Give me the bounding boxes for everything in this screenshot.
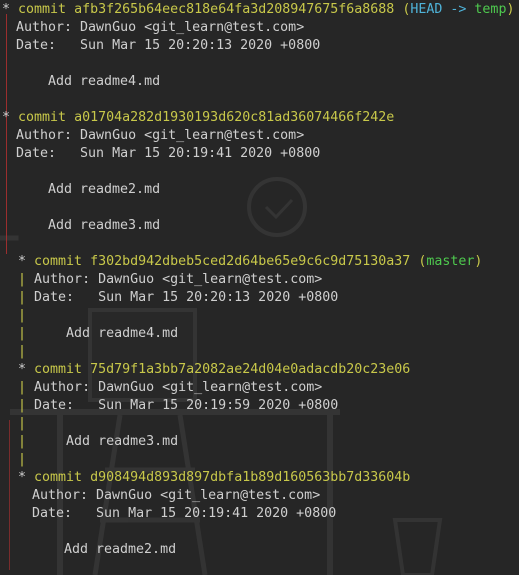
refs-close: )	[474, 254, 483, 269]
commit-message: Add readme3.md	[48, 218, 161, 233]
message-row: | Add readme4.md	[18, 325, 178, 343]
commit-line: * commit f302bd942dbeb5ced2d64be65e9c6c9…	[18, 253, 482, 271]
graph-bar: |	[18, 290, 27, 305]
author-line: Author: DawnGuo <git_learn@test.com>	[34, 272, 323, 287]
author-line-row: | Author: DawnGuo <git_learn@test.com>	[18, 379, 322, 397]
commit-message: Add readme3.md	[66, 434, 179, 449]
graph-bar: |	[18, 308, 27, 323]
graph-bar: |	[18, 398, 27, 413]
commit-hash[interactable]: a01704a282d1930193d620c81ad36074466f242e	[74, 110, 394, 125]
graph-bar: |	[18, 434, 27, 449]
graph-star: *	[18, 470, 27, 485]
date-line: Date: Sun Mar 15 20:19:59 2020 +0800	[34, 398, 339, 413]
commit-label: commit	[34, 362, 83, 377]
author-line: Author: DawnGuo <git_learn@test.com>	[32, 488, 321, 503]
commit-label: commit	[18, 110, 67, 125]
commit-label: commit	[34, 254, 83, 269]
date-line: Date: Sun Mar 15 20:19:41 2020 +0800	[32, 506, 337, 521]
graph-bar: |	[18, 452, 27, 467]
graph-bar: |	[18, 380, 27, 395]
graph-star: *	[18, 362, 27, 377]
commit-message: Add readme2.md	[48, 182, 161, 197]
commit-hash[interactable]: afb3f265b64eec818e64fa3d208947675f6a8688	[74, 2, 394, 17]
message-row: | Add readme3.md	[18, 433, 178, 451]
date-line: Date: Sun Mar 15 20:20:13 2020 +0800	[34, 290, 339, 305]
date-line-row: | Date: Sun Mar 15 20:20:13 2020 +0800	[18, 289, 338, 307]
graph-star: *	[2, 2, 11, 17]
author-line: Author: DawnGuo <git_learn@test.com>	[16, 20, 305, 35]
author-line: Author: DawnGuo <git_learn@test.com>	[16, 128, 305, 143]
head-ref: HEAD	[410, 2, 443, 17]
commit-hash[interactable]: d908494d893d897dbfa1b89d160563bb7d33604b	[90, 470, 410, 485]
date-line-row: | Date: Sun Mar 15 20:19:59 2020 +0800	[18, 397, 338, 415]
refs-close: )	[506, 2, 515, 17]
commit-label: commit	[34, 470, 83, 485]
commit-hash[interactable]: f302bd942dbeb5ced2d64be65e9c6c9d75130a37	[90, 254, 410, 269]
author-line: Author: DawnGuo <git_learn@test.com>	[34, 380, 323, 395]
graph-bar: |	[18, 326, 27, 341]
graph-star: *	[2, 110, 11, 125]
commit-message: Add readme2.md	[64, 542, 177, 557]
commit-line: * commit d908494d893d897dbfa1b89d160563b…	[18, 469, 410, 487]
graph-bar: |	[18, 272, 27, 287]
commit-hash[interactable]: 75d79f1a3bb7a2082ae24d04e0adacdb20c23e06	[90, 362, 410, 377]
commit-message: Add readme4.md	[48, 74, 161, 89]
commit-line: * commit 75d79f1a3bb7a2082ae24d04e0adacd…	[18, 361, 410, 379]
ref-arrow: ->	[450, 2, 467, 17]
commit-line: * commit a01704a282d1930193d620c81ad3607…	[2, 109, 394, 127]
commit-line: * commit afb3f265b64eec818e64fa3d2089476…	[2, 1, 514, 19]
graph-bar: |	[18, 416, 27, 431]
branch-ref-master: master	[426, 254, 475, 269]
date-line: Date: Sun Mar 15 20:20:13 2020 +0800	[16, 38, 321, 53]
commit-label: commit	[18, 2, 67, 17]
author-line-row: | Author: DawnGuo <git_learn@test.com>	[18, 271, 322, 289]
branch-ref-temp: temp	[474, 2, 507, 17]
graph-bar: |	[18, 344, 27, 359]
date-line: Date: Sun Mar 15 20:19:41 2020 +0800	[16, 146, 321, 161]
git-log-output: * commit afb3f265b64eec818e64fa3d2089476…	[2, 0, 519, 575]
commit-message: Add readme4.md	[66, 326, 179, 341]
graph-star: *	[18, 254, 27, 269]
